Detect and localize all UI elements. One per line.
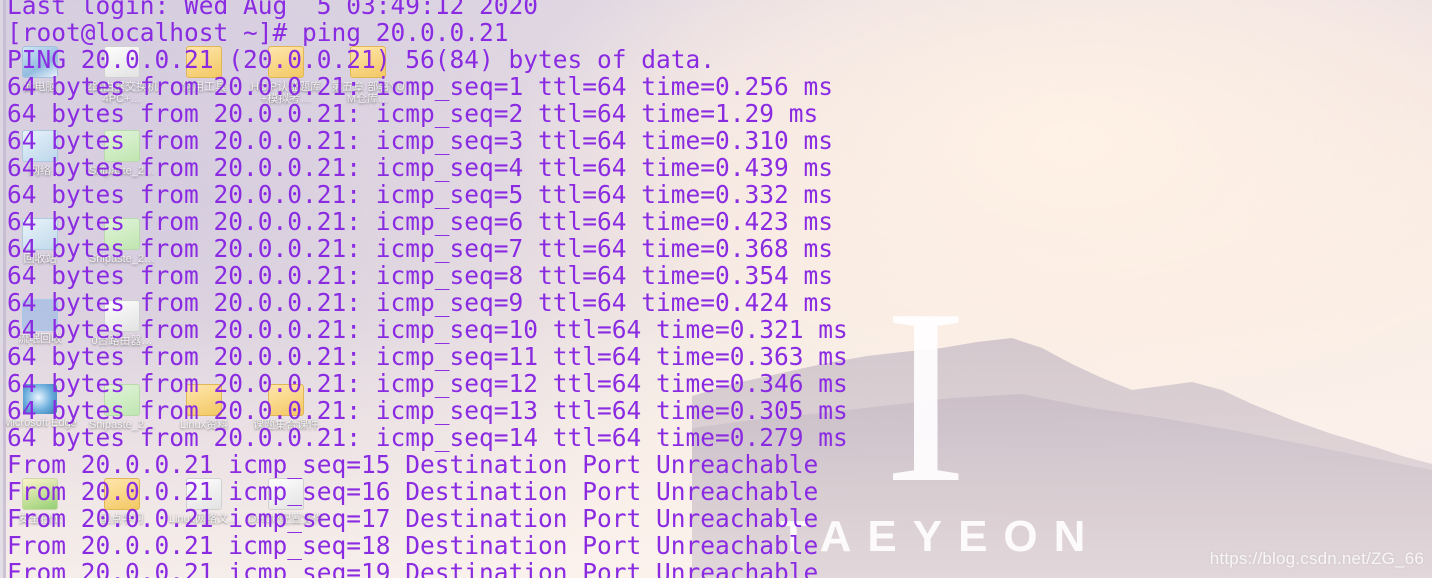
terminal-line: 64 bytes from 20.0.0.21: icmp_seq=10 ttl… xyxy=(7,315,848,344)
terminal-line: 64 bytes from 20.0.0.21: icmp_seq=4 ttl=… xyxy=(7,153,834,182)
terminal-line: 64 bytes from 20.0.0.21: icmp_seq=6 ttl=… xyxy=(7,207,834,236)
terminal-line: 64 bytes from 20.0.0.21: icmp_seq=12 ttl… xyxy=(7,369,848,398)
terminal-line: 64 bytes from 20.0.0.21: icmp_seq=2 ttl=… xyxy=(7,99,819,128)
terminal-line: 64 bytes from 20.0.0.21: icmp_seq=9 ttl=… xyxy=(7,288,834,317)
terminal-window[interactable]: Last login: Wed Aug 5 03:49:12 2020 [root… xyxy=(0,0,1432,578)
terminal-line: 64 bytes from 20.0.0.21: icmp_seq=3 ttl=… xyxy=(7,126,834,155)
terminal-line: 64 bytes from 20.0.0.21: icmp_seq=5 ttl=… xyxy=(7,180,834,209)
terminal-line: Last login: Wed Aug 5 03:49:12 2020 xyxy=(7,0,539,20)
terminal-line: [root@localhost ~]# ping 20.0.0.21 xyxy=(7,18,509,47)
terminal-line: 64 bytes from 20.0.0.21: icmp_seq=13 ttl… xyxy=(7,396,848,425)
terminal-line: 64 bytes from 20.0.0.21: icmp_seq=11 ttl… xyxy=(7,342,848,371)
csdn-watermark: https://blog.csdn.net/ZG_66 xyxy=(1209,549,1424,568)
terminal-line: 64 bytes from 20.0.0.21: icmp_seq=14 ttl… xyxy=(7,423,848,452)
terminal-line: PING 20.0.0.21 (20.0.0.21) 56(84) bytes … xyxy=(7,45,716,74)
desktop-screen: I TAEYEON 此电脑 网络 回收站 流氓回收 Microsoft Edge 安全扫士… xyxy=(0,0,1432,578)
terminal-line: 64 bytes from 20.0.0.21: icmp_seq=1 ttl=… xyxy=(7,72,834,101)
terminal-line: From 20.0.0.21 icmp_seq=17 Destination P… xyxy=(7,504,819,533)
terminal-line: 64 bytes from 20.0.0.21: icmp_seq=8 ttl=… xyxy=(7,261,834,290)
terminal-left-border xyxy=(3,0,6,578)
terminal-line: From 20.0.0.21 icmp_seq=15 Destination P… xyxy=(7,450,819,479)
terminal-line: From 20.0.0.21 icmp_seq=16 Destination P… xyxy=(7,477,819,506)
terminal-line: 64 bytes from 20.0.0.21: icmp_seq=7 ttl=… xyxy=(7,234,834,263)
terminal-text-area[interactable]: Last login: Wed Aug 5 03:49:12 2020 [root… xyxy=(7,0,1432,578)
